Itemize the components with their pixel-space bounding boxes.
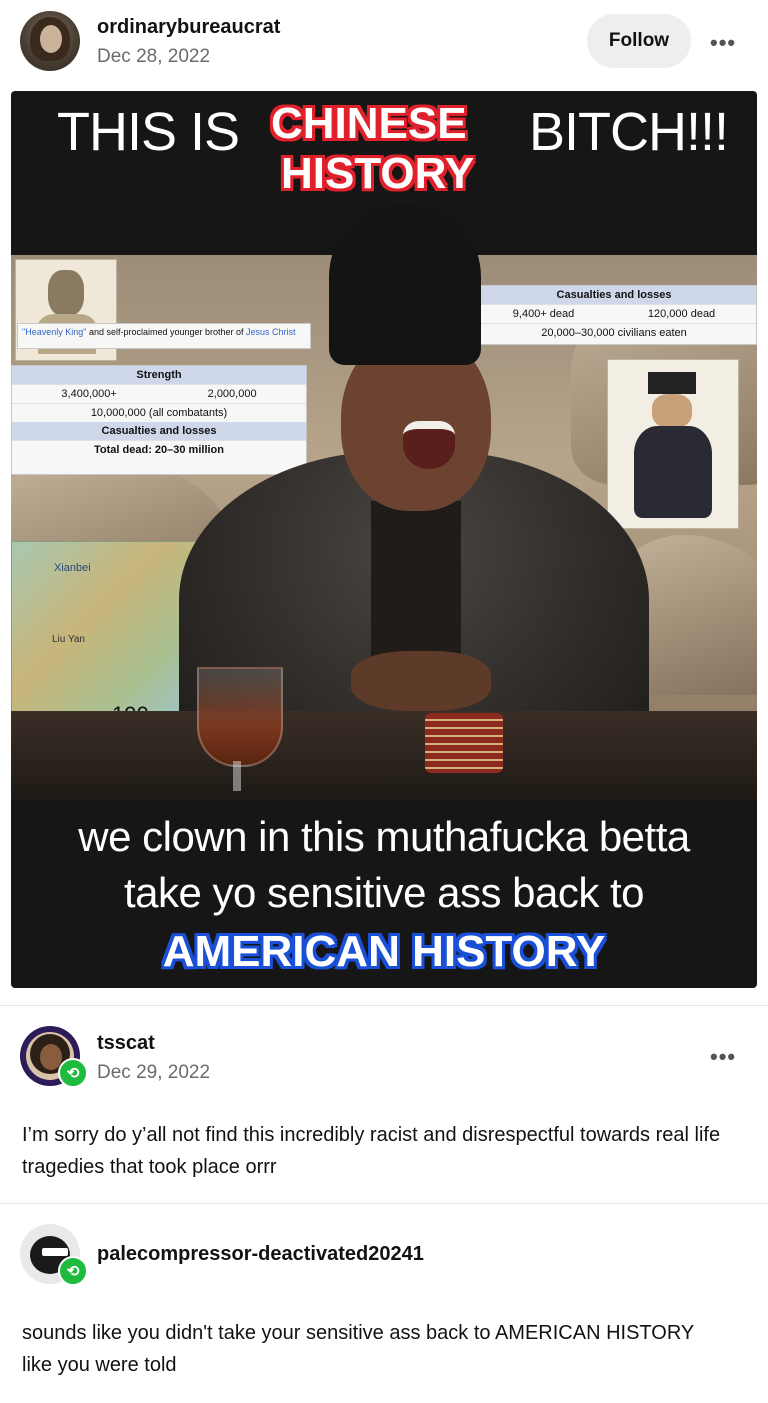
- poker-chips: [425, 713, 503, 773]
- wiki-row: 3,400,000+ 2,000,000: [12, 384, 306, 403]
- sunglasses-icon: [42, 1248, 68, 1256]
- map-image: Xianbei Liu Yan 190: [11, 541, 197, 737]
- person-hat: [329, 205, 481, 365]
- meme-image[interactable]: THIS IS CHINESE BITCH!!! HISTORY "Heaven…: [11, 91, 757, 988]
- wiki-caption-blue: "Heavenly King": [22, 327, 87, 337]
- post-username[interactable]: ordinarybureaucrat: [97, 16, 280, 39]
- wiki-strength-head: Strength: [12, 366, 306, 384]
- portrait-figure: [48, 270, 84, 316]
- wiki-strength-a: 3,400,000+: [61, 388, 117, 400]
- wiki-casualties-head: Casualties and losses: [12, 422, 306, 440]
- caption-chinese: CHINESE: [271, 99, 467, 148]
- avatar-face: [40, 25, 62, 53]
- wiki-row: 20,000–30,000 civilians eaten: [472, 323, 756, 342]
- wiki-caption: "Heavenly King" and self-proclaimed youn…: [17, 323, 311, 349]
- reblog-icon: ⟲: [58, 1058, 88, 1088]
- reblog-text: sounds like you didn't take your sensiti…: [22, 1322, 694, 1376]
- wiki-caption-blue-2: Jesus Christ: [246, 327, 296, 337]
- reblog-text: I’m sorry do y’all not find this incredi…: [22, 1124, 721, 1178]
- reblog-icon: ⟲: [58, 1256, 88, 1286]
- caption-this-is: THIS IS: [57, 102, 240, 162]
- caption-american-history: AMERICAN HISTORY: [162, 927, 606, 976]
- wiki-row: 10,000,000 (all combatants): [12, 403, 306, 422]
- caption-history: HISTORY: [281, 149, 475, 198]
- person-hands: [351, 651, 491, 711]
- caption-bitch: BITCH!!!: [529, 102, 729, 162]
- reblog-username[interactable]: tsscat: [97, 1032, 155, 1055]
- follow-button[interactable]: Follow: [587, 14, 691, 68]
- avatar[interactable]: [20, 11, 80, 71]
- divider: [0, 1203, 768, 1204]
- wine-glass: [197, 667, 283, 767]
- post-header: ordinarybureaucrat Dec 28, 2022 Follow •…: [0, 0, 768, 90]
- emperor-face: [652, 394, 692, 428]
- caption-line-1: we clown in this muthafucka betta: [78, 813, 690, 860]
- wiki-row: Total dead: 20–30 million: [12, 440, 306, 459]
- caption-line-2: take yo sensitive ass back to: [123, 869, 645, 916]
- meme-bottom-caption: we clown in this muthafucka betta take y…: [11, 809, 757, 921]
- more-icon[interactable]: •••: [710, 30, 736, 56]
- wiki-right-head: Casualties and losses: [472, 286, 756, 304]
- wiki-right-a: 9,400+ dead: [512, 308, 575, 320]
- wine-glass-stem: [233, 761, 241, 791]
- person-mouth: [403, 421, 455, 469]
- wiki-strength-b: 2,000,000: [207, 388, 257, 400]
- wiki-right-b: 120,000 dead: [647, 308, 716, 320]
- post-date[interactable]: Dec 28, 2022: [97, 46, 210, 68]
- wiki-right-c: 20,000–30,000 civilians eaten: [541, 327, 687, 339]
- poker-table: [11, 711, 757, 801]
- wiki-infobox-right: Casualties and losses 9,400+ dead 120,00…: [471, 285, 757, 345]
- map-label: Liu Yan: [52, 634, 85, 645]
- wiki-caption-text: and self-proclaimed younger brother of: [86, 327, 247, 337]
- emperor-robe: [634, 426, 712, 518]
- wiki-total-dead: Total dead: 20–30 million: [94, 444, 224, 456]
- wiki-row: 9,400+ dead 120,000 dead: [472, 304, 756, 323]
- wiki-combatants: 10,000,000 (all combatants): [90, 407, 228, 419]
- emperor-portrait: [607, 359, 739, 529]
- wiki-infobox-left: Strength 3,400,000+ 2,000,000 10,000,000…: [11, 365, 307, 475]
- reblog-date[interactable]: Dec 29, 2022: [97, 1062, 210, 1084]
- reblog-username[interactable]: palecompressor-deactivated20241: [97, 1243, 424, 1266]
- map-label: Xianbei: [54, 562, 91, 574]
- divider: [0, 1005, 768, 1006]
- emperor-hat: [648, 372, 696, 394]
- more-icon[interactable]: •••: [710, 1044, 736, 1070]
